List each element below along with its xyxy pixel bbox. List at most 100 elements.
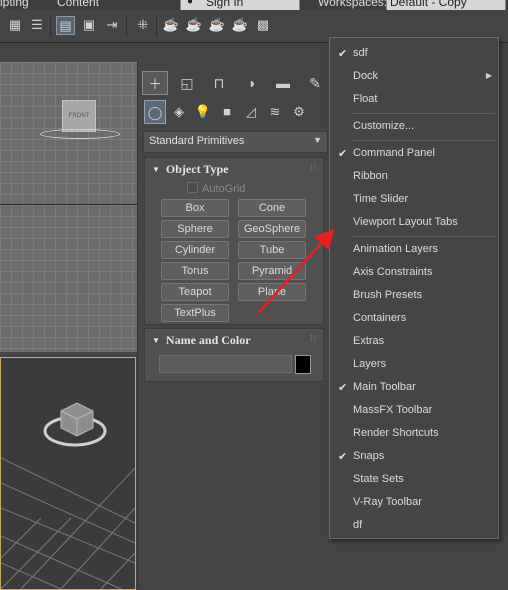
object-type-rollout: ▼ Object Type ⁞⁞ AutoGrid Box Cone Sphere… bbox=[144, 157, 324, 325]
menu-item-main-toolbar[interactable]: ✔ Main Toolbar bbox=[330, 378, 498, 398]
menu-item-state-sets[interactable]: State Sets bbox=[330, 470, 498, 490]
lights-icon[interactable]: 💡 bbox=[192, 100, 214, 124]
sign-in-button[interactable]: ● Sign In bbox=[180, 0, 300, 10]
workspace-select[interactable]: Default - Copy bbox=[386, 0, 506, 10]
menu-separator bbox=[352, 236, 495, 237]
menu-item-containers[interactable]: Containers bbox=[330, 309, 498, 329]
chevron-down-icon: ▼ bbox=[313, 135, 322, 145]
category-value: Standard Primitives bbox=[149, 135, 245, 147]
object-type-title: Object Type bbox=[165, 162, 229, 176]
menu-item-snaps[interactable]: ✔ Snaps bbox=[330, 447, 498, 467]
viewport-front[interactable]: FRONT bbox=[0, 62, 137, 352]
plane-button[interactable]: Plane bbox=[238, 283, 306, 301]
rollout-grip-icon: ⁞⁞ bbox=[310, 163, 317, 172]
geosphere-button[interactable]: GeoSphere bbox=[238, 220, 306, 238]
menu-item-render-shortcuts[interactable]: Render Shortcuts bbox=[330, 424, 498, 444]
menu-separator bbox=[352, 113, 495, 114]
menu-item-animation-layers[interactable]: Animation Layers bbox=[330, 240, 498, 260]
menu-item-label: Ribbon bbox=[353, 170, 388, 182]
workspaces-label: Workspaces: bbox=[318, 0, 388, 9]
activeshade-icon[interactable]: ☕ bbox=[208, 16, 226, 34]
world-axis-line bbox=[0, 204, 137, 205]
hierarchy-icon[interactable]: ⊓ bbox=[206, 71, 232, 95]
menu-item-label: df bbox=[353, 519, 363, 531]
menu-item-massfx-toolbar[interactable]: MassFX Toolbar bbox=[330, 401, 498, 421]
menu-bar: ipting Content ● Sign In Workspaces: Def… bbox=[0, 0, 508, 10]
menu-item-label: Render Shortcuts bbox=[353, 427, 439, 439]
render-setup-icon[interactable]: ▤ bbox=[56, 16, 75, 35]
render-online-icon[interactable]: ☕ bbox=[231, 16, 249, 34]
menu-item-extras[interactable]: Extras bbox=[330, 332, 498, 352]
object-name-field[interactable] bbox=[159, 355, 292, 373]
cone-button[interactable]: Cone bbox=[238, 199, 306, 217]
autogrid-box bbox=[187, 182, 198, 193]
geometry-icon[interactable]: ◯ bbox=[144, 100, 166, 124]
menu-item-label: Main Toolbar bbox=[353, 381, 416, 393]
check-icon: ✔ bbox=[338, 48, 348, 60]
cameras-icon[interactable]: ■ bbox=[216, 100, 238, 124]
menu-item-layers[interactable]: Layers bbox=[330, 355, 498, 375]
utilities-icon[interactable]: ✎ bbox=[302, 71, 328, 95]
spacewarps-icon[interactable]: ≋ bbox=[264, 100, 286, 124]
name-and-color-rollout: ▼ Name and Color ⁞⁞ bbox=[144, 328, 324, 382]
name-and-color-header[interactable]: ▼ Name and Color bbox=[152, 333, 251, 348]
helpers-icon[interactable]: ◿ bbox=[240, 100, 262, 124]
menu-item-label: Float bbox=[353, 93, 378, 105]
autogrid-checkbox[interactable]: AutoGrid bbox=[187, 182, 245, 195]
collapse-triangle-icon: ▼ bbox=[152, 336, 160, 345]
create-icon[interactable]: ＋ bbox=[142, 71, 168, 95]
teapot-button[interactable]: Teapot bbox=[161, 283, 229, 301]
menu-item-label: State Sets bbox=[353, 473, 404, 485]
viewcube-front[interactable]: FRONT bbox=[62, 100, 96, 132]
menu-item-viewport-layout-tabs[interactable]: Viewport Layout Tabs bbox=[330, 213, 498, 233]
object-type-header[interactable]: ▼ Object Type bbox=[152, 162, 228, 177]
cylinder-button[interactable]: Cylinder bbox=[161, 241, 229, 259]
menu-item-dock[interactable]: Dock ▶ bbox=[330, 67, 498, 87]
menu-item-axis-constraints[interactable]: Axis Constraints bbox=[330, 263, 498, 283]
toolbar-divider bbox=[156, 15, 157, 37]
object-color-swatch[interactable] bbox=[295, 355, 311, 374]
viewcube-label: FRONT bbox=[68, 113, 90, 119]
menu-item-float[interactable]: Float bbox=[330, 90, 498, 110]
collapse-triangle-icon: ▼ bbox=[152, 165, 160, 174]
render-production-icon[interactable]: ⇥ bbox=[103, 16, 121, 34]
systems-icon[interactable]: ⚙ bbox=[288, 100, 310, 124]
layer-explorer-icon[interactable]: ▦ bbox=[6, 16, 24, 34]
menu-item-content[interactable]: Content bbox=[57, 0, 99, 9]
menu-item-label: Extras bbox=[353, 335, 385, 347]
menu-item-vray-toolbar[interactable]: V-Ray Toolbar bbox=[330, 493, 498, 513]
sphere-button[interactable]: Sphere bbox=[161, 220, 229, 238]
render-iterative-icon[interactable]: ☕ bbox=[185, 16, 203, 34]
pyramid-button[interactable]: Pyramid bbox=[238, 262, 306, 280]
torus-button[interactable]: Torus bbox=[161, 262, 229, 280]
user-icon: ● bbox=[187, 0, 194, 7]
shapes-icon[interactable]: ◈ bbox=[168, 100, 190, 124]
viewport-perspective[interactable] bbox=[0, 357, 136, 590]
tube-button[interactable]: Tube bbox=[238, 241, 306, 259]
category-dropdown[interactable]: Standard Primitives ▼ bbox=[143, 131, 328, 153]
toolbar-divider bbox=[50, 15, 51, 37]
snaps-toggle-icon[interactable]: ⁜ bbox=[134, 16, 152, 34]
modify-icon[interactable]: ◱ bbox=[174, 71, 200, 95]
menu-item-time-slider[interactable]: Time Slider bbox=[330, 190, 498, 210]
menu-item-label: Command Panel bbox=[353, 147, 435, 159]
display-icon[interactable]: ▬ bbox=[270, 71, 296, 95]
check-icon: ✔ bbox=[338, 148, 348, 160]
menu-item-command-panel[interactable]: ✔ Command Panel bbox=[330, 144, 498, 164]
menu-item-sdf[interactable]: ✔ sdf bbox=[330, 44, 498, 64]
textplus-button[interactable]: TextPlus bbox=[161, 304, 229, 322]
menu-item-customize[interactable]: Customize... bbox=[330, 117, 498, 137]
menu-item-ribbon[interactable]: Ribbon bbox=[330, 167, 498, 187]
menu-item-df[interactable]: df bbox=[330, 516, 498, 536]
menu-item-brush-presets[interactable]: Brush Presets bbox=[330, 286, 498, 306]
menu-item-label: Viewport Layout Tabs bbox=[353, 216, 458, 228]
check-icon: ✔ bbox=[338, 382, 348, 394]
box-button[interactable]: Box bbox=[161, 199, 229, 217]
menu-item-scripting[interactable]: ipting bbox=[0, 0, 29, 9]
motion-icon[interactable]: ◑ bbox=[238, 71, 264, 95]
render-frame-window-icon[interactable]: ▩ bbox=[254, 16, 272, 34]
scene-explorer-icon[interactable]: ☰ bbox=[28, 16, 46, 34]
menu-item-label: Brush Presets bbox=[353, 289, 423, 301]
teapot-render-icon[interactable]: ☕ bbox=[162, 16, 180, 34]
rendered-frame-icon[interactable]: ▣ bbox=[80, 16, 98, 34]
